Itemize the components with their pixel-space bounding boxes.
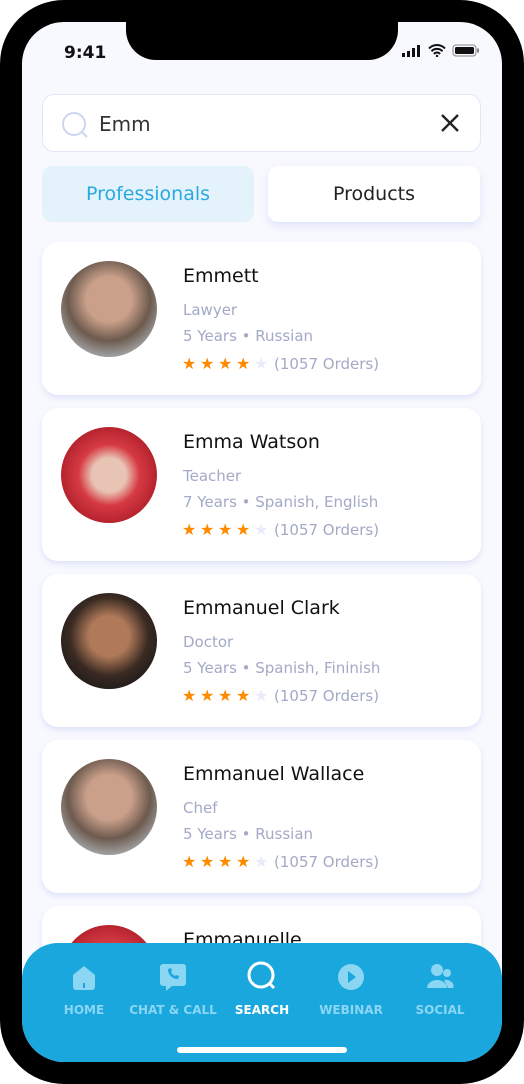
status-icons	[402, 44, 480, 57]
notch	[126, 22, 398, 60]
professional-meta: 5 Years • Russian	[183, 825, 314, 843]
star-icon: ★	[200, 686, 215, 705]
star-icon: ★	[182, 852, 197, 871]
play-icon	[338, 964, 364, 990]
search-bar[interactable]: Emm	[42, 94, 481, 152]
result-card[interactable]: Emmanuel Clark Doctor 5 Years • Spanish,…	[42, 574, 481, 727]
nav-social[interactable]: SOCIAL	[390, 961, 490, 1017]
home-icon	[73, 966, 95, 990]
professional-role: Teacher	[183, 467, 242, 485]
professional-name: Emma Watson	[183, 431, 320, 453]
star-icon: ★	[218, 354, 233, 373]
professional-role: Chef	[183, 799, 218, 817]
search-icon	[62, 112, 88, 138]
star-icon: ★	[254, 852, 269, 871]
professional-meta: 5 Years • Russian	[183, 327, 314, 345]
orders-count: (1057 Orders)	[274, 354, 380, 373]
star-icon: ★	[218, 852, 233, 871]
nav-webinar[interactable]: WEBINAR	[301, 961, 401, 1017]
tab-professionals[interactable]: Professionals	[42, 166, 254, 222]
search-icon	[247, 961, 276, 990]
star-icon: ★	[182, 520, 197, 539]
bottom-nav: HOME CHAT & CALL SEARCH WEBINAR SOCIAL	[22, 943, 502, 1062]
nav-home[interactable]: HOME	[34, 961, 134, 1017]
nav-label: HOME	[63, 1003, 105, 1017]
nav-label: SEARCH	[234, 1003, 290, 1017]
result-card[interactable]: Emmett Lawyer 5 Years • Russian ★ ★ ★ ★ ★ (10…	[42, 242, 481, 395]
nav-label: WEBINAR	[319, 1003, 383, 1017]
star-icon: ★	[182, 354, 197, 373]
star-icon: ★	[254, 354, 269, 373]
star-icon: ★	[254, 520, 269, 539]
professional-meta: 7 Years • Spanish, English	[183, 493, 379, 511]
avatar	[61, 427, 157, 523]
avatar	[61, 261, 157, 357]
professional-meta: 5 Years • Spanish, Fininish	[183, 659, 381, 677]
nav-label: SOCIAL	[415, 1003, 465, 1017]
avatar	[61, 593, 157, 689]
phone-frame: 9:41 Emm Professionals Products Emmett L…	[0, 0, 524, 1084]
star-icon: ★	[200, 354, 215, 373]
star-icon: ★	[182, 686, 197, 705]
star-icon: ★	[236, 354, 251, 373]
rating: ★ ★ ★ ★ ★ (1057 Orders)	[182, 520, 379, 539]
clear-search-icon[interactable]	[438, 111, 462, 135]
orders-count: (1057 Orders)	[274, 852, 380, 871]
result-card[interactable]: Emma Watson Teacher 7 Years • Spanish, E…	[42, 408, 481, 561]
users-icon	[427, 964, 454, 988]
nav-chat-call[interactable]: CHAT & CALL	[123, 961, 223, 1017]
star-icon: ★	[200, 520, 215, 539]
nav-label: CHAT & CALL	[129, 1003, 217, 1017]
orders-count: (1057 Orders)	[274, 520, 380, 539]
star-icon: ★	[218, 520, 233, 539]
star-icon: ★	[218, 686, 233, 705]
chat-call-icon	[160, 964, 186, 991]
nav-search[interactable]: SEARCH	[212, 961, 312, 1017]
tab-products[interactable]: Products	[268, 166, 480, 222]
search-input[interactable]: Emm	[99, 112, 151, 136]
orders-count: (1057 Orders)	[274, 686, 380, 705]
professional-name: Emmanuel Clark	[183, 597, 340, 619]
signal-icon	[402, 44, 420, 57]
star-icon: ★	[254, 686, 269, 705]
avatar	[61, 759, 157, 855]
professional-role: Doctor	[183, 633, 234, 651]
screen: 9:41 Emm Professionals Products Emmett L…	[22, 22, 502, 1062]
rating: ★ ★ ★ ★ ★ (1057 Orders)	[182, 686, 379, 705]
professional-role: Lawyer	[183, 301, 238, 319]
professional-name: Emmanuel Wallace	[183, 763, 365, 785]
star-icon: ★	[236, 686, 251, 705]
battery-icon	[452, 44, 479, 57]
professional-name: Emmett	[183, 265, 259, 287]
wifi-icon	[428, 44, 446, 57]
home-indicator	[177, 1047, 347, 1053]
rating: ★ ★ ★ ★ ★ (1057 Orders)	[182, 852, 379, 871]
status-time: 9:41	[64, 43, 107, 63]
star-icon: ★	[200, 852, 215, 871]
result-card[interactable]: Emmanuel Wallace Chef 5 Years • Russian …	[42, 740, 481, 893]
star-icon: ★	[236, 520, 251, 539]
star-icon: ★	[236, 852, 251, 871]
rating: ★ ★ ★ ★ ★ (1057 Orders)	[182, 354, 379, 373]
